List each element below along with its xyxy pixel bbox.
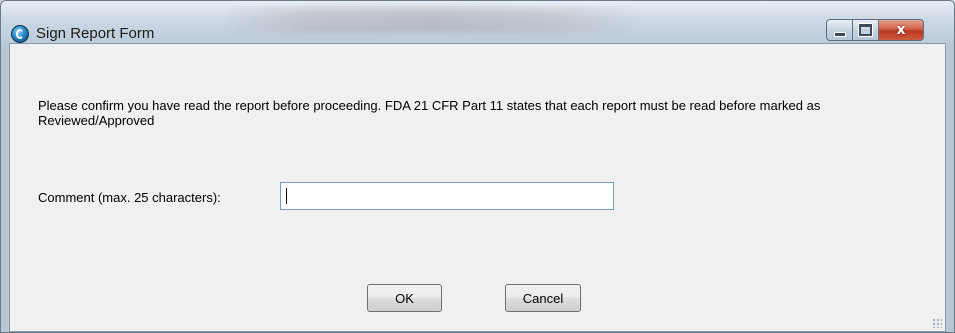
minimize-icon: [833, 31, 846, 37]
comment-input[interactable]: [280, 182, 614, 210]
app-logo-icon[interactable]: [11, 25, 29, 43]
title-bar[interactable]: Sign Report Form x: [1, 1, 954, 43]
maximize-button[interactable]: [852, 19, 879, 41]
text-caret: [286, 188, 287, 204]
maximize-icon: [858, 23, 873, 37]
ok-button[interactable]: OK: [367, 284, 442, 312]
background-blur: [221, 7, 641, 33]
confirmation-message: Please confirm you have read the report …: [38, 98, 821, 128]
window-title: Sign Report Form: [36, 25, 155, 42]
close-icon: x: [896, 22, 906, 38]
close-button[interactable]: x: [878, 19, 924, 41]
sign-report-window: Sign Report Form x Please confirm you ha…: [0, 0, 955, 333]
cancel-button[interactable]: Cancel: [505, 284, 581, 312]
minimize-button[interactable]: [826, 19, 853, 41]
comment-label: Comment (max. 25 characters):: [38, 190, 221, 205]
resize-grip-icon[interactable]: [932, 318, 942, 328]
dialog-body: Please confirm you have read the report …: [9, 43, 946, 332]
